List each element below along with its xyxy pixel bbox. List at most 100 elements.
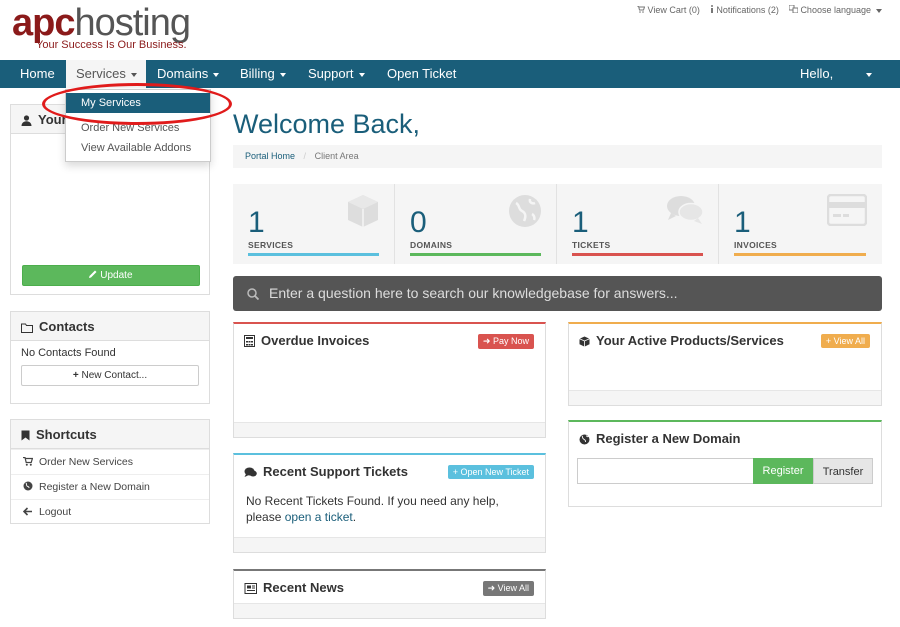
stats-tiles: 1 SERVICES 0 DOMAINS 1 TICKETS 1 INVOICE…	[233, 184, 882, 264]
stat-count: 1	[572, 206, 589, 239]
card-footer	[569, 390, 881, 405]
stat-label: TICKETS	[572, 240, 611, 250]
globe-icon	[509, 195, 541, 227]
kb-search-input[interactable]: Enter a question here to search our know…	[233, 276, 882, 311]
shortcut-logout[interactable]: Logout	[11, 499, 209, 524]
chevron-down-icon	[876, 8, 882, 13]
card-footer	[234, 603, 545, 618]
view-all-news-button[interactable]: ➜ View All	[482, 581, 534, 596]
chevron-down-icon	[130, 72, 137, 77]
stat-label: SERVICES	[248, 240, 294, 250]
shortcuts-panel: Shortcuts Order New Services Register a …	[10, 419, 210, 524]
main-navbar: Home Services Domains Billing Support Op…	[0, 60, 900, 88]
logo[interactable]: apchosting Your Success Is Our Business.	[12, 2, 191, 51]
cube-icon	[348, 195, 378, 227]
contacts-header: Contacts	[11, 312, 209, 341]
recent-tickets-header: Recent Support Tickets + Open New Ticket	[234, 455, 545, 487]
card-footer	[234, 537, 545, 552]
pay-now-button[interactable]: ➜ Pay Now	[477, 334, 534, 349]
new-contact-button[interactable]: + New Contact...	[21, 365, 199, 386]
plus-icon: +	[72, 370, 79, 381]
stat-label: INVOICES	[734, 240, 778, 250]
stat-count: 1	[248, 206, 265, 239]
card-footer	[234, 422, 545, 437]
breadcrumb-separator: /	[303, 151, 307, 161]
open-new-ticket-button[interactable]: + Open New Ticket	[447, 465, 534, 479]
stat-tile-domains[interactable]: 0 DOMAINS	[395, 184, 557, 264]
overdue-invoices-header: Overdue Invoices ➜ Pay Now	[234, 324, 545, 356]
nav-services[interactable]: Services	[66, 60, 146, 88]
credit-card-icon	[827, 194, 867, 226]
nav-account[interactable]: Hello,	[800, 60, 873, 88]
chevron-down-icon	[213, 72, 220, 77]
nav-open-ticket[interactable]: Open Ticket	[387, 60, 456, 88]
recent-news-card: Recent News ➜ View All	[233, 569, 546, 619]
info-icon	[710, 5, 713, 13]
globe-icon	[23, 481, 33, 491]
chevron-down-icon	[866, 72, 873, 77]
logo-slogan: Your Success Is Our Business.	[36, 39, 187, 51]
cart-icon	[637, 5, 646, 13]
stat-bar	[248, 253, 379, 256]
register-button[interactable]: Register	[753, 458, 813, 484]
newspaper-icon	[244, 583, 257, 594]
active-products-header: Your Active Products/Services + View All	[569, 324, 881, 356]
comments-icon	[244, 467, 257, 477]
nav-support[interactable]: Support	[308, 60, 365, 88]
domain-search-form: Register Transfer	[577, 458, 873, 484]
page-title: Welcome Back,	[233, 109, 421, 139]
globe-icon	[579, 434, 590, 445]
stat-tile-services[interactable]: 1 SERVICES	[233, 184, 395, 264]
cart-icon	[23, 456, 34, 466]
logo-hosting: hosting	[74, 2, 191, 44]
nav-domains[interactable]: Domains	[157, 60, 220, 88]
stat-bar	[572, 253, 703, 256]
tickets-empty-text: No Recent Tickets Found. If you need any…	[246, 494, 499, 524]
notifications-link[interactable]: Notifications (2)	[710, 5, 779, 15]
transfer-button[interactable]: Transfer	[813, 458, 873, 484]
services-dropdown-menu: My Services Order New Services View Avai…	[65, 89, 211, 162]
arrow-left-icon	[22, 507, 32, 516]
arrow-right-icon: ➜	[487, 583, 496, 593]
stat-label: DOMAINS	[410, 240, 453, 250]
plus-icon: +	[452, 467, 458, 477]
shortcut-order-new-services[interactable]: Order New Services	[11, 449, 209, 474]
calculator-icon	[244, 335, 255, 347]
user-icon	[21, 115, 32, 126]
kb-search-placeholder: Enter a question here to search our know…	[269, 285, 678, 301]
folder-icon	[21, 323, 33, 333]
menu-item-order-new-services[interactable]: Order New Services	[66, 118, 210, 138]
active-products-card: Your Active Products/Services + View All	[568, 322, 882, 406]
stat-tile-invoices[interactable]: 1 INVOICES	[719, 184, 881, 264]
breadcrumb-home-link[interactable]: Portal Home	[245, 151, 295, 161]
register-domain-header: Register a New Domain	[569, 422, 881, 454]
contacts-panel: Contacts No Contacts Found + New Contact…	[10, 311, 210, 404]
chevron-down-icon	[358, 72, 365, 77]
update-button[interactable]: Update	[22, 265, 200, 286]
recent-tickets-card: Recent Support Tickets + Open New Ticket…	[233, 453, 546, 553]
menu-item-my-services[interactable]: My Services	[66, 93, 210, 113]
stat-bar	[734, 253, 866, 256]
comments-icon	[667, 196, 704, 224]
domain-search-input[interactable]	[577, 458, 753, 484]
register-domain-card: Register a New Domain Register Transfer	[568, 420, 882, 507]
stat-tile-tickets[interactable]: 1 TICKETS	[557, 184, 719, 264]
view-all-products-button[interactable]: + View All	[820, 334, 870, 348]
cube-icon	[579, 336, 590, 347]
overdue-invoices-card: Overdue Invoices ➜ Pay Now	[233, 322, 546, 438]
chevron-down-icon	[279, 72, 286, 77]
breadcrumb-current: Client Area	[314, 151, 359, 161]
nav-home[interactable]: Home	[20, 60, 55, 88]
language-selector[interactable]: Choose language	[788, 4, 882, 15]
open-ticket-link[interactable]: open a ticket	[285, 510, 353, 524]
view-cart-link[interactable]: View Cart (0)	[637, 5, 700, 15]
menu-item-view-addons[interactable]: View Available Addons	[66, 138, 210, 158]
plus-icon: +	[825, 336, 832, 346]
contacts-empty-text: No Contacts Found	[21, 347, 116, 359]
language-icon	[788, 4, 799, 14]
shortcut-register-domain[interactable]: Register a New Domain	[11, 474, 209, 499]
stat-count: 1	[734, 206, 751, 239]
search-icon	[247, 288, 260, 301]
arrow-right-icon: ➜	[482, 336, 491, 346]
nav-billing[interactable]: Billing	[240, 60, 286, 88]
